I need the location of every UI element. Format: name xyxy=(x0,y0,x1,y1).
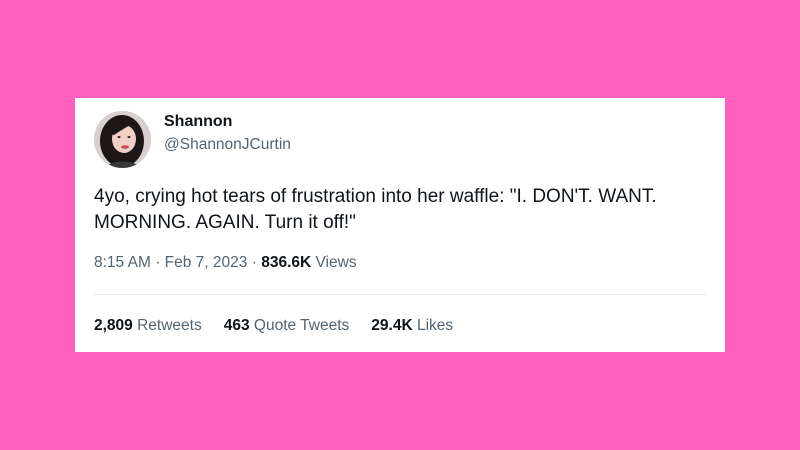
avatar[interactable] xyxy=(94,111,151,168)
user-handle[interactable]: @ShannonJCurtin xyxy=(164,135,291,155)
tweet-date[interactable]: Feb 7, 2023 xyxy=(165,254,248,271)
divider xyxy=(94,294,706,295)
likes-label: Likes xyxy=(416,317,454,334)
tweet-text-line-2: MORNING. AGAIN. Turn it off!" xyxy=(94,212,356,233)
meta-separator: · xyxy=(155,254,161,271)
tweet-meta: 8:15 AM · Feb 7, 2023 · 836.6K Views xyxy=(94,253,357,273)
display-name[interactable]: Shannon xyxy=(164,112,291,132)
tweet-text-line-1: 4yo, crying hot tears of frustration int… xyxy=(94,186,657,207)
tweet-header: Shannon @ShannonJCurtin xyxy=(94,111,291,168)
tweet-text: 4yo, crying hot tears of frustration int… xyxy=(94,184,714,236)
quotes-count: 463 xyxy=(223,317,250,334)
views-count: 836.6K xyxy=(261,254,312,271)
tweet-stats: 2,809 Retweets 463 Quote Tweets 29.4K Li… xyxy=(94,316,475,336)
tweet-card: Shannon @ShannonJCurtin 4yo, crying hot … xyxy=(75,98,725,352)
likes-count: 29.4K xyxy=(371,317,413,334)
retweets-label: Retweets xyxy=(137,317,202,334)
quotes-label: Quote Tweets xyxy=(253,317,350,334)
tweet-time[interactable]: 8:15 AM xyxy=(94,254,151,271)
views-label: Views xyxy=(315,254,357,271)
likes-stat[interactable]: 29.4K Likes xyxy=(371,316,453,336)
retweets-count: 2,809 xyxy=(94,317,133,334)
retweets-stat[interactable]: 2,809 Retweets xyxy=(94,316,202,336)
user-names: Shannon @ShannonJCurtin xyxy=(164,112,291,155)
quotes-stat[interactable]: 463 Quote Tweets xyxy=(224,316,350,336)
meta-separator: · xyxy=(251,254,257,271)
avatar-image xyxy=(94,111,151,168)
